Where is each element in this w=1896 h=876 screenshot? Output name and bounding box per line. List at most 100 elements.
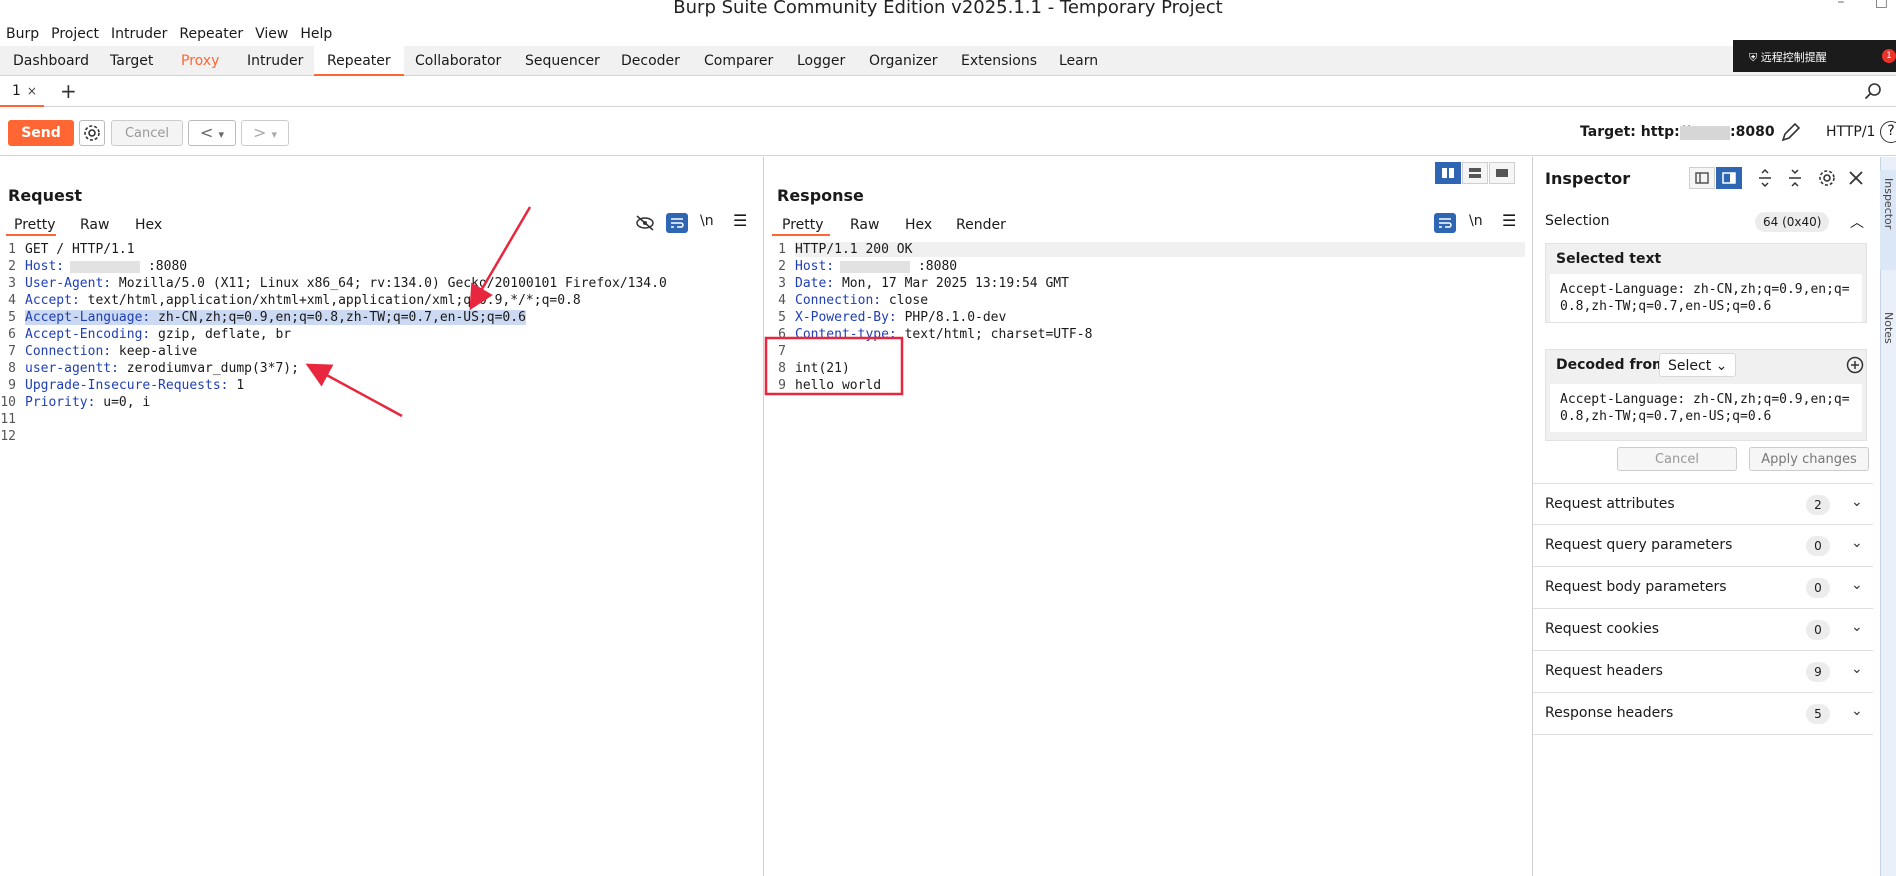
tab-organizer[interactable]: Organizer — [856, 46, 950, 76]
menu-intruder[interactable]: Intruder — [105, 22, 167, 46]
selected-text-value[interactable]: Accept-Language: zh-CN,zh;q=0.9,en;q=0.8… — [1550, 274, 1862, 322]
panel-left-icon[interactable] — [1689, 167, 1715, 189]
menu-help[interactable]: Help — [294, 22, 332, 46]
tab-logger[interactable]: Logger — [784, 46, 858, 76]
code-line[interactable]: hello world — [795, 378, 881, 393]
code-line[interactable]: user-agentt: zerodiumvar_dump(3*7); — [25, 361, 299, 376]
code-line[interactable]: Date: Mon, 17 Mar 2025 13:19:54 GMT — [795, 276, 1069, 291]
tab-collaborator[interactable]: Collaborator — [402, 46, 514, 76]
maximize-icon[interactable]: □ — [1875, 0, 1888, 10]
inspector-section[interactable]: Response headers 5 ⌄ — [1533, 693, 1873, 735]
response-tab-hex[interactable]: Hex — [905, 214, 932, 236]
code-line[interactable]: X-Powered-By: PHP/8.1.0-dev — [795, 310, 1006, 325]
help-icon[interactable]: ? — [1880, 121, 1896, 143]
add-circle-icon[interactable] — [1846, 356, 1864, 374]
inspector-section[interactable]: Request headers 9 ⌄ — [1533, 651, 1873, 693]
tab-extensions[interactable]: Extensions — [948, 46, 1050, 76]
chevron-down-icon[interactable]: ⌄ — [1851, 577, 1863, 593]
request-tab-hex[interactable]: Hex — [135, 214, 162, 236]
collapse-all-icon[interactable] — [1785, 168, 1805, 188]
code-line[interactable]: Content-type: text/html; charset=UTF-8 — [795, 327, 1092, 342]
decoded-from-select[interactable]: Select ⌄ — [1659, 353, 1737, 377]
word-wrap-icon[interactable] — [666, 213, 688, 233]
code-line[interactable]: User-Agent: Mozilla/5.0 (X11; Linux x86_… — [25, 276, 667, 291]
window-controls[interactable]: – □ — [1811, 0, 1888, 10]
code-line[interactable]: Upgrade-Insecure-Requests: 1 — [25, 378, 244, 393]
expand-all-icon[interactable] — [1755, 168, 1775, 188]
tab-dashboard[interactable]: Dashboard — [0, 46, 102, 76]
response-editor[interactable]: 1 HTTP/1.1 200 OK 2 Host: :8080 3 Date: Mon, … — [770, 242, 1530, 872]
inspector-cancel-button[interactable]: Cancel — [1617, 447, 1737, 471]
side-tab-notes[interactable]: Notes — [1880, 300, 1896, 380]
gear-icon[interactable] — [1816, 167, 1838, 189]
tab-learn[interactable]: Learn — [1046, 46, 1111, 76]
response-tab-pretty[interactable]: Pretty — [772, 214, 830, 236]
code-line[interactable]: Connection: keep-alive — [25, 344, 197, 359]
menu-view[interactable]: View — [249, 22, 288, 46]
chevron-down-icon[interactable]: ⌄ — [1851, 703, 1863, 719]
close-icon[interactable]: × — [27, 84, 37, 98]
menu-icon[interactable]: ☰ — [733, 211, 747, 230]
close-icon[interactable] — [1846, 168, 1866, 188]
forward-button[interactable]: > ▾ — [241, 120, 289, 146]
request-tab-raw[interactable]: Raw — [80, 214, 109, 236]
decoded-text-value[interactable]: Accept-Language: zh-CN,zh;q=0.9,en;q=0.8… — [1550, 384, 1862, 432]
inspector-section[interactable]: Request cookies 0 ⌄ — [1533, 609, 1873, 651]
tab-target[interactable]: Target — [97, 46, 166, 76]
code-line[interactable]: Host: :8080 — [25, 259, 187, 274]
cancel-button[interactable]: Cancel — [111, 120, 183, 146]
code-line[interactable]: Accept: text/html,application/xhtml+xml,… — [25, 293, 581, 308]
inspector-section[interactable]: Request body parameters 0 ⌄ — [1533, 567, 1873, 609]
response-tab-raw[interactable]: Raw — [850, 214, 879, 236]
settings-button[interactable] — [79, 120, 105, 146]
panel-right-icon[interactable] — [1716, 167, 1742, 189]
code-line[interactable]: Host: :8080 — [795, 259, 957, 274]
send-button[interactable]: Send — [8, 120, 74, 146]
menu-icon[interactable]: ☰ — [1502, 211, 1516, 230]
chevron-down-icon[interactable]: ⌄ — [1851, 661, 1863, 677]
pencil-icon[interactable] — [1780, 121, 1802, 143]
newline-toggle[interactable]: \n — [700, 213, 714, 229]
chevron-down-icon[interactable]: ▾ — [271, 128, 277, 141]
tabbed-view-icon[interactable] — [1489, 162, 1515, 184]
minimize-icon[interactable]: – — [1837, 0, 1844, 10]
newline-toggle[interactable]: \n — [1469, 213, 1483, 229]
tab-intruder[interactable]: Intruder — [234, 46, 316, 76]
menu-project[interactable]: Project — [45, 22, 99, 46]
code-line[interactable]: int(21) — [795, 361, 850, 376]
pane-divider[interactable] — [763, 157, 764, 876]
tab-decoder[interactable]: Decoder — [608, 46, 693, 76]
split-horizontal-icon[interactable] — [1435, 162, 1461, 184]
request-editor[interactable]: 1 GET / HTTP/1.1 2 Host: :8080 3 User-Agent: … — [0, 242, 760, 872]
inspector-section[interactable]: Request attributes 2 ⌄ — [1533, 483, 1873, 525]
http-version[interactable]: HTTP/1 — [1826, 124, 1875, 140]
code-line[interactable]: GET / HTTP/1.1 — [25, 242, 135, 257]
code-line[interactable]: Accept-Language: zh-CN,zh;q=0.9,en;q=0.8… — [25, 310, 526, 325]
request-tab-pretty[interactable]: Pretty — [6, 214, 56, 236]
tab-proxy[interactable]: Proxy — [168, 46, 232, 76]
repeater-tab-1[interactable]: 1 × — [0, 77, 44, 107]
chevron-down-icon[interactable]: ⌄ — [1851, 494, 1863, 510]
hide-eye-icon[interactable] — [634, 213, 656, 233]
tab-sequencer[interactable]: Sequencer — [512, 46, 613, 76]
chevron-up-icon[interactable]: ︿ — [1850, 212, 1864, 232]
chevron-down-icon[interactable]: ▾ — [218, 128, 224, 141]
add-tab-icon[interactable]: + — [60, 79, 77, 103]
inspector-section[interactable]: Request query parameters 0 ⌄ — [1533, 525, 1873, 567]
side-tab-inspector[interactable]: Inspector — [1880, 170, 1896, 270]
menu-repeater[interactable]: Repeater — [173, 22, 243, 46]
menu-burp[interactable]: Burp — [0, 22, 39, 46]
code-line[interactable]: Accept-Encoding: gzip, deflate, br — [25, 327, 291, 342]
code-line[interactable]: Connection: close — [795, 293, 928, 308]
chevron-down-icon[interactable]: ⌄ — [1851, 535, 1863, 551]
tab-comparer[interactable]: Comparer — [691, 46, 786, 76]
split-vertical-icon[interactable] — [1462, 162, 1488, 184]
code-line[interactable]: HTTP/1.1 200 OK — [795, 242, 1525, 257]
remote-control-notification[interactable]: ⛨ 远程控制提醒 1 — [1733, 40, 1896, 72]
tab-repeater[interactable]: Repeater — [314, 46, 404, 76]
word-wrap-icon[interactable] — [1434, 213, 1456, 233]
chevron-down-icon[interactable]: ⌄ — [1851, 619, 1863, 635]
back-button[interactable]: < ▾ — [188, 120, 236, 146]
apply-changes-button[interactable]: Apply changes — [1749, 447, 1869, 471]
response-tab-render[interactable]: Render — [956, 214, 1006, 236]
